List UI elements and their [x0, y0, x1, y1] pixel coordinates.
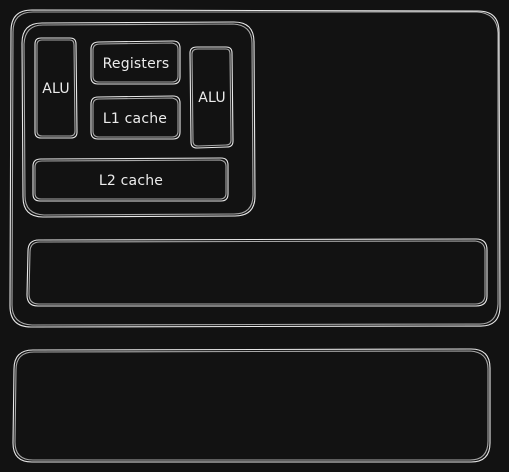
registers-label: Registers [103, 56, 170, 72]
l1-cache-label: L1 cache [103, 111, 167, 127]
alu-left-label: ALU [42, 81, 70, 97]
chip-empty-box [26, 238, 488, 307]
diagram-canvas: ALU Registers L1 cache ALU L2 cache [9, 9, 501, 463]
l2-cache-label: L2 cache [99, 173, 163, 189]
bottom-empty-box [12, 348, 491, 463]
alu-right-label: ALU [198, 90, 226, 106]
